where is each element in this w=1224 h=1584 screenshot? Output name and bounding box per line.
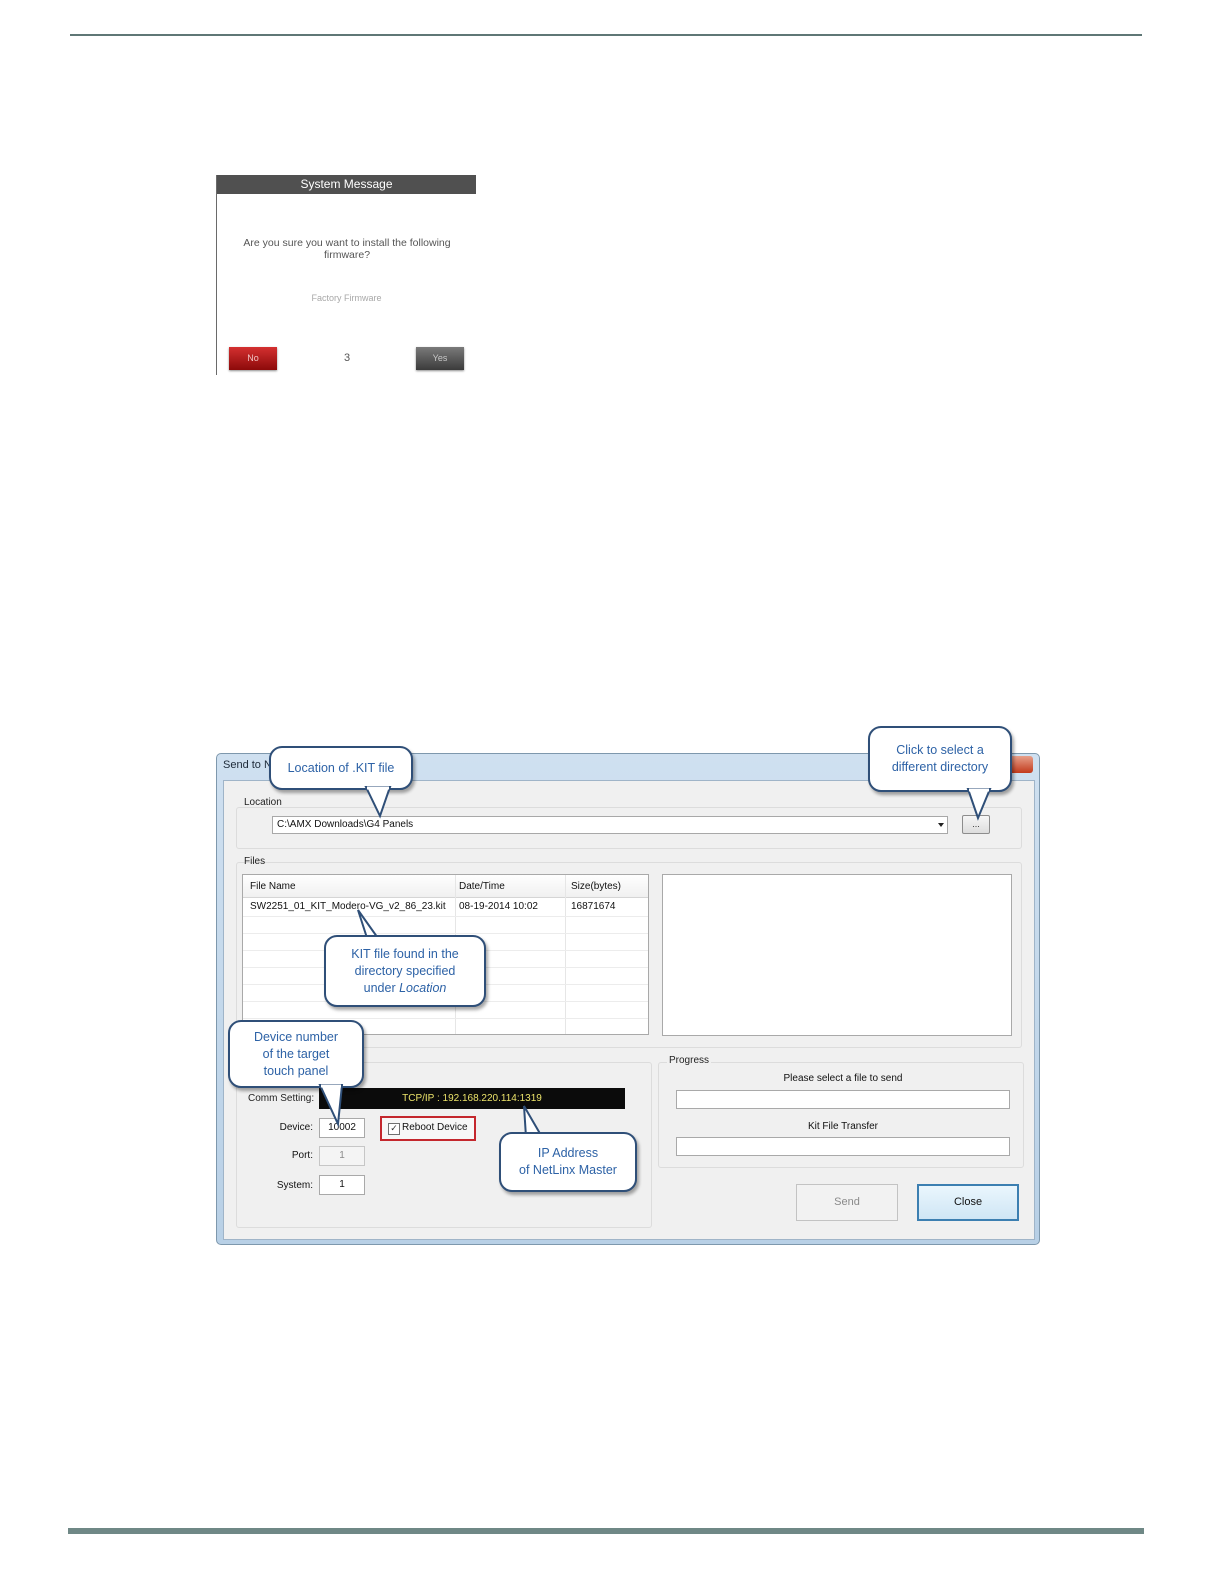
callout-ip-line: IP Address [537,1146,599,1160]
row-divider [243,1018,648,1019]
footer-rule [68,1528,1144,1534]
row-divider [243,933,648,934]
reboot-device-checkbox[interactable]: ✓ Reboot Device [380,1116,476,1141]
checkmark-icon[interactable]: ✓ [388,1123,400,1135]
column-size[interactable]: Size(bytes) [571,881,621,892]
firmware-name: Factory Firmware [311,293,382,303]
kit-file-transfer-label: Kit File Transfer [807,1121,879,1132]
column-file-name[interactable]: File Name [250,881,296,892]
callout-browse-line: different directory [891,760,989,774]
callout-device-line: of the target [262,1046,330,1061]
yes-button[interactable]: Yes [416,347,464,370]
callout-location-text: Location of .KIT file [287,760,395,775]
location-label: Location [244,797,282,808]
countdown: 3 [343,352,351,364]
comm-setting-label: Comm Setting: [248,1093,315,1104]
callout-browse: Click to select a different directory [868,726,1012,792]
device-label: Device: [279,1122,313,1133]
reboot-device-label: Reboot Device [402,1122,468,1133]
callout-location-tail [364,786,392,819]
port-label: Port: [291,1150,313,1161]
file-datetime-cell: 08-19-2014 10:02 [459,901,538,912]
dialog-title: Send to N [223,759,272,771]
callout-kit-file: KIT file found in the directory specifie… [324,935,486,1007]
progress-label: Progress [667,1055,712,1066]
callout-browse-line: Click to select a [896,743,984,757]
file-size-cell: 16871674 [571,901,616,912]
comm-setting-value[interactable]: TCP/IP : 192.168.220.114:1319 [319,1088,625,1109]
callout-ip-address: IP Address of NetLinx Master [499,1132,637,1192]
close-button[interactable]: Close [917,1184,1019,1221]
callout-device-tail [318,1084,344,1128]
callout-kit-prefix: under [363,980,400,995]
file-preview-pane [662,874,1012,1036]
header-rule [70,34,1142,36]
callout-device-line: touch panel [263,1063,329,1078]
row-divider [243,916,648,917]
files-label: Files [244,856,266,867]
column-divider [565,875,566,1034]
no-button[interactable]: No [229,347,277,370]
progress-bar [676,1090,1010,1109]
callout-browse-tail [966,788,992,821]
system-label: System: [276,1180,313,1191]
callout-kit-line: under Location [364,980,447,997]
callout-kit-line: KIT file found in the [351,946,459,961]
callout-location: Location of .KIT file [269,746,413,790]
port-input[interactable]: 1 [319,1146,365,1166]
system-input[interactable]: 1 [319,1175,365,1195]
progress-status: Please select a file to send [783,1073,903,1084]
send-button[interactable]: Send [796,1184,898,1221]
file-name-cell[interactable]: SW2251_01_KIT_Modero-VG_v2_86_23.kit [250,901,446,912]
callout-device: Device number of the target touch panel [228,1020,364,1088]
chevron-down-icon [938,823,944,827]
install-question: Are you sure you want to install the fol… [243,237,451,261]
callout-ip-line: of NetLinx Master [519,1163,617,1177]
callout-device-line: Device number [253,1029,339,1044]
system-message-dialog: System Message Are you sure you want to … [216,175,476,375]
kit-transfer-bar [676,1137,1010,1156]
system-message-title: System Message [217,175,476,194]
location-value: C:\AMX Downloads\G4 Panels [277,819,414,830]
column-date-time[interactable]: Date/Time [459,881,505,892]
callout-kit-italic: Location [399,980,447,995]
callout-kit-line: directory specified [354,963,456,978]
